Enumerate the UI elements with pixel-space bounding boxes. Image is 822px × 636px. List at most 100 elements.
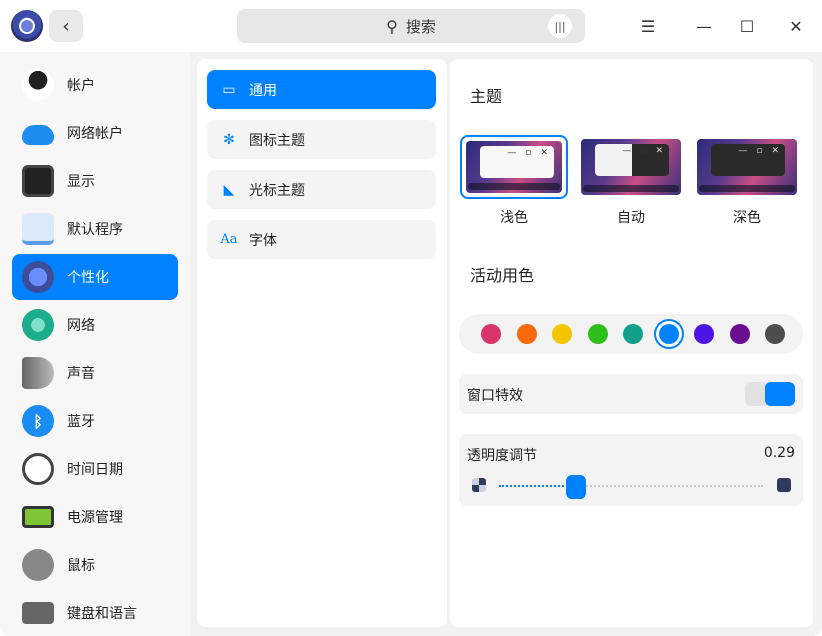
sidebar-item-label: 鼠标 <box>67 558 95 574</box>
accent-color-swatch[interactable] <box>587 324 608 344</box>
toggle-knob <box>765 382 795 406</box>
sidebar-item-label: 电源管理 <box>67 510 123 526</box>
window-effect-label: 窗口特效 <box>467 388 523 404</box>
accent-color-swatch[interactable] <box>481 324 501 344</box>
submenu-item-label: 图标主题 <box>249 132 305 149</box>
transparency-high-icon <box>777 478 791 492</box>
submenu-item-label: 通用 <box>249 82 277 99</box>
sidebar-item-bluetooth[interactable]: ᛒ 蓝牙 <box>12 398 178 444</box>
sidebar-item-label: 默认程序 <box>67 222 123 238</box>
minimize-button[interactable]: — <box>690 12 718 40</box>
transparency-row: 透明度调节 0.29 <box>459 434 803 506</box>
accent-color-title: 活动用色 <box>470 266 535 285</box>
sidebar-item-power[interactable]: 电源管理 <box>12 494 178 540</box>
theme-option-dark[interactable]: — ▫ ✕ 深色 <box>693 135 801 227</box>
theme-section-title: 主题 <box>470 87 503 106</box>
sidebar-item-personalization[interactable]: 个性化 <box>12 254 178 300</box>
sidebar-item-mouse[interactable]: 鼠标 <box>12 542 178 588</box>
theme-label: 浅色 <box>500 210 528 226</box>
display-icon <box>22 165 54 197</box>
battery-icon <box>22 506 54 528</box>
sidebar: 帐户 网络帐户 显示 默认程序 个性化 网络 声音 ᛒ 蓝牙 时间日期 电源管理… <box>0 52 190 636</box>
bluetooth-icon: ᛒ <box>22 405 54 437</box>
sidebar-item-label: 显示 <box>67 174 95 190</box>
transparency-value: 0.29 <box>763 445 795 461</box>
search-input[interactable]: 搜索 <box>406 16 436 37</box>
submenu-item-cursor-theme[interactable]: ◣ 光标主题 <box>207 170 436 209</box>
accent-color-swatch[interactable] <box>623 324 643 344</box>
submenu-item-label: 光标主题 <box>249 182 305 199</box>
sidebar-item-label: 帐户 <box>67 78 95 94</box>
submenu-item-general[interactable]: ▭ 通用 <box>207 70 436 109</box>
theme-preview: — ▫ ✕ <box>460 135 568 199</box>
maximize-icon: ☐ <box>739 16 755 36</box>
window-effect-row: 窗口特效 <box>459 374 803 414</box>
clock-icon <box>22 453 54 485</box>
theme-label: 深色 <box>733 210 761 226</box>
voice-input-icon[interactable]: ||| <box>548 14 572 38</box>
font-icon: Aa <box>220 232 238 247</box>
close-icon: ✕ <box>789 16 803 36</box>
accent-color-swatch[interactable] <box>694 324 714 344</box>
transparency-slider[interactable] <box>499 475 763 499</box>
transparency-low-icon <box>472 478 486 492</box>
close-button[interactable]: ✕ <box>782 12 810 40</box>
sidebar-item-network[interactable]: 网络 <box>12 302 178 348</box>
search-icon: ⚲ <box>386 16 398 36</box>
sidebar-item-sound[interactable]: 声音 <box>12 350 178 396</box>
minimize-icon: — <box>696 16 712 36</box>
chevron-left-icon: ‹ <box>62 15 70 37</box>
accent-color-swatch[interactable] <box>516 324 537 344</box>
account-icon <box>22 69 54 101</box>
mouse-icon <box>22 549 54 581</box>
menu-button[interactable]: ☰ <box>634 12 662 40</box>
accent-color-picker <box>459 314 803 354</box>
theme-preview: — ▫ ✕ <box>693 135 801 199</box>
accent-color-swatch[interactable] <box>658 324 679 344</box>
app-logo-icon <box>11 10 43 42</box>
network-icon <box>22 309 54 341</box>
settings-window: ‹ ⚲ 搜索 ||| ☰ — ☐ ✕ 帐户 网络帐户 显示 默认程序 个性化 网… <box>0 0 822 636</box>
sidebar-item-label: 声音 <box>67 366 95 382</box>
theme-option-light[interactable]: — ▫ ✕ 浅色 <box>460 135 568 227</box>
sidebar-item-label: 蓝牙 <box>67 414 95 430</box>
back-button[interactable]: ‹ <box>49 10 83 42</box>
cursor-icon: ◣ <box>223 181 235 198</box>
flower-icon: ✻ <box>223 131 235 148</box>
personalization-icon <box>22 261 54 293</box>
window-icon: ▭ <box>222 81 236 98</box>
transparency-label: 透明度调节 <box>467 448 537 464</box>
sound-icon <box>22 357 54 389</box>
menu-icon: ☰ <box>640 16 656 36</box>
submenu-item-font[interactable]: Aa 字体 <box>207 220 436 259</box>
sidebar-item-default-apps[interactable]: 默认程序 <box>12 206 178 252</box>
window-effect-toggle[interactable] <box>745 382 795 406</box>
theme-preview: — ▫ ✕ <box>577 135 685 199</box>
search-bar[interactable]: ⚲ 搜索 ||| <box>237 9 585 43</box>
submenu-item-icon-theme[interactable]: ✻ 图标主题 <box>207 120 436 159</box>
theme-label: 自动 <box>617 210 645 226</box>
accent-color-swatch[interactable] <box>765 324 785 344</box>
accent-color-swatch[interactable] <box>552 324 572 344</box>
sidebar-item-account[interactable]: 帐户 <box>12 62 178 108</box>
titlebar: ‹ ⚲ 搜索 ||| ☰ — ☐ ✕ <box>0 0 822 52</box>
cloud-icon <box>22 125 54 145</box>
sidebar-item-label: 键盘和语言 <box>67 606 137 622</box>
content-panel: 主题 — ▫ ✕ 浅色 — ▫ ✕ 自动 — ▫ ✕ 深色 活动用色 窗口特效 … <box>450 59 813 627</box>
sidebar-item-cloud-account[interactable]: 网络帐户 <box>12 110 178 156</box>
sidebar-item-display[interactable]: 显示 <box>12 158 178 204</box>
slider-thumb[interactable] <box>566 475 586 499</box>
sidebar-item-keyboard[interactable]: 键盘和语言 <box>12 590 178 636</box>
default-apps-icon <box>22 213 54 245</box>
maximize-button[interactable]: ☐ <box>733 12 761 40</box>
sidebar-item-datetime[interactable]: 时间日期 <box>12 446 178 492</box>
submenu-panel: ▭ 通用 ✻ 图标主题 ◣ 光标主题 Aa 字体 <box>197 59 447 627</box>
slider-fill <box>499 485 576 487</box>
sidebar-item-label: 网络帐户 <box>67 126 123 142</box>
accent-color-swatch[interactable] <box>729 324 750 344</box>
keyboard-icon <box>22 602 54 624</box>
sidebar-item-label: 网络 <box>67 318 95 334</box>
sidebar-item-label: 时间日期 <box>67 462 123 478</box>
theme-option-auto[interactable]: — ▫ ✕ 自动 <box>577 135 685 227</box>
submenu-item-label: 字体 <box>249 232 277 249</box>
